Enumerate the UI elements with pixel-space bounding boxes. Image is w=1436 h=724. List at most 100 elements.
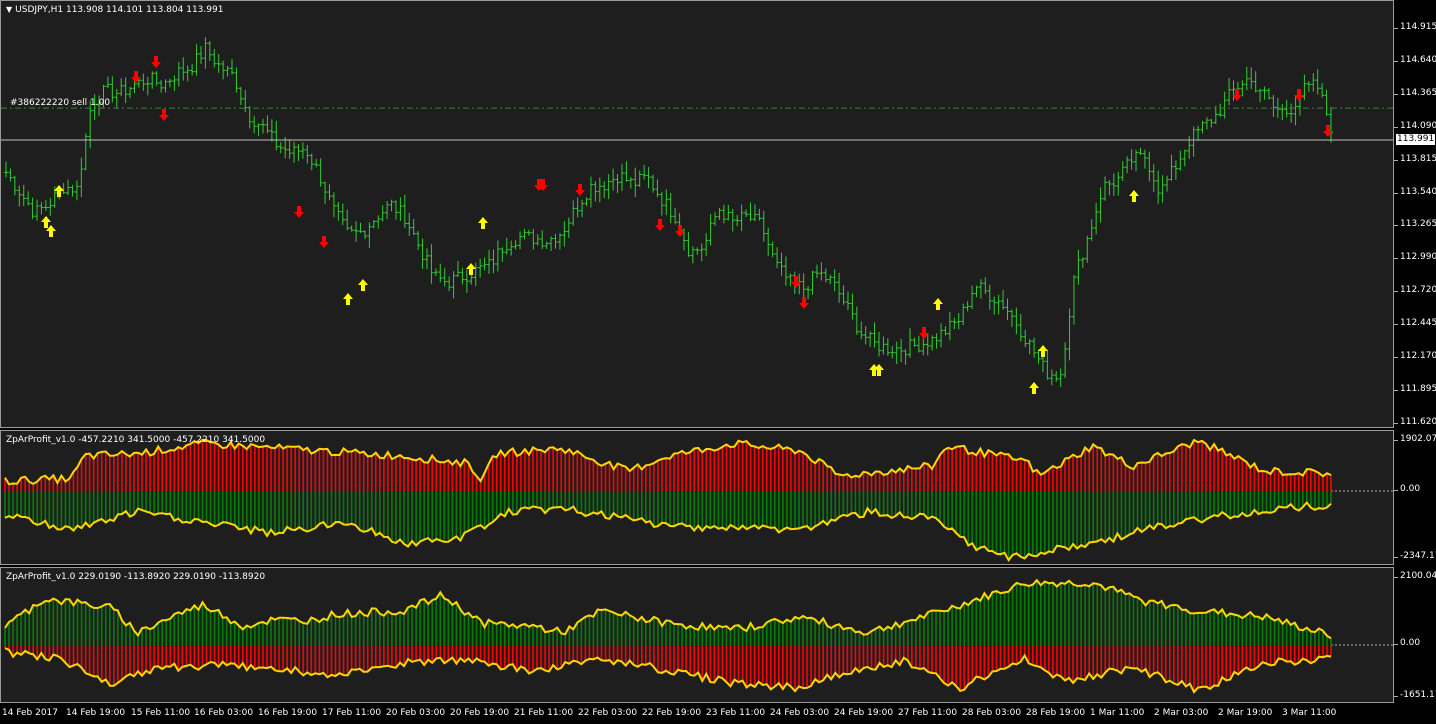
- down-arrow-icon: [294, 206, 304, 218]
- buy-signal-arrow: [54, 185, 64, 197]
- time-axis-label: 2 Mar 03:00: [1154, 708, 1209, 718]
- symbol-info: ▼ USDJPY,H1 113.908 114.101 113.804 113.9…: [6, 5, 223, 15]
- down-arrow-icon: [159, 109, 169, 121]
- time-axis-label: 1 Mar 11:00: [1090, 708, 1145, 718]
- time-axis-label: 20 Feb 19:00: [450, 708, 510, 718]
- sell-signal-arrow: [575, 184, 585, 196]
- sell-signal-arrow: [131, 71, 141, 83]
- price-tick-label: 111.620: [1393, 416, 1436, 427]
- buy-signal-arrow: [1129, 190, 1139, 202]
- time-axis-label: 24 Feb 19:00: [834, 708, 894, 718]
- time-axis-label: 17 Feb 11:00: [322, 708, 382, 718]
- price-tick-label: 114.365: [1393, 87, 1436, 98]
- time-axis-label: 2 Mar 19:00: [1218, 708, 1273, 718]
- lower-envelope-line: [4, 647, 1332, 694]
- time-axis-label: 22 Feb 03:00: [578, 708, 638, 718]
- sell-signal-arrow: [319, 236, 329, 248]
- time-axis-label: 15 Feb 11:00: [131, 708, 191, 718]
- price-tick-label: 113.265: [1393, 219, 1436, 230]
- sell-signal-arrow: [675, 225, 685, 237]
- indicator-1-canvas: [4, 438, 1393, 563]
- up-arrow-icon: [1038, 345, 1048, 357]
- current-price-tag: 113.991: [1396, 134, 1435, 145]
- lower-envelope-line: [4, 501, 1332, 563]
- time-axis[interactable]: 14 Feb 2017 14 Feb 19:00 15 Feb 11:00 16 Fe…: [0, 703, 1394, 724]
- time-axis-label: 23 Feb 11:00: [706, 708, 766, 718]
- down-arrow-icon: [151, 56, 161, 68]
- sell-signal-arrow: [655, 219, 665, 231]
- down-arrow-icon: [799, 297, 809, 309]
- price-tick-label: 112.990: [1393, 252, 1436, 263]
- buy-signal-arrow: [478, 217, 488, 229]
- up-arrow-icon: [1029, 382, 1039, 394]
- time-axis-label: 24 Feb 03:00: [770, 708, 830, 718]
- time-axis-label: 14 Feb 2017: [2, 708, 59, 718]
- price-tick-label: 112.170: [1393, 351, 1436, 361]
- ind2-tick-label: -1651.1740: [1394, 690, 1436, 700]
- price-scale[interactable]: 114.915 114.640 114.365 114.090 113.815 113.5…: [1393, 0, 1436, 428]
- price-tick-label: 114.090: [1393, 120, 1436, 131]
- price-tick-label: 113.540: [1393, 186, 1436, 197]
- indicator-1-info: ZpArProfit_v1.0 -457.2210 341.5000 -457.…: [6, 435, 266, 445]
- time-axis-label: 28 Feb 03:00: [962, 708, 1022, 718]
- up-arrow-icon: [1129, 190, 1139, 202]
- down-arrow-icon: [131, 71, 141, 83]
- down-arrow-icon: [575, 184, 585, 196]
- collapse-triangle-icon[interactable]: ▼: [6, 5, 12, 14]
- time-axis-label: 27 Feb 11:00: [898, 708, 958, 718]
- sell-signal-arrow: [159, 109, 169, 121]
- sell-signal-arrow: [294, 206, 304, 218]
- ind1-tick-label: -2347.1721: [1394, 551, 1436, 561]
- indicator-1-scale: 1902.0772 0.00 -2347.1721: [1393, 430, 1436, 565]
- time-axis-label: 3 Mar 11:00: [1282, 708, 1337, 718]
- price-tick-label: 114.640: [1393, 54, 1436, 65]
- down-arrow-icon: [655, 219, 665, 231]
- order-label: #386222220 sell 1.00: [10, 98, 111, 108]
- price-chart-canvas[interactable]: [1, 1, 1393, 427]
- price-tick-label: 113.815: [1393, 153, 1436, 164]
- price-tick-label: 111.895: [1393, 383, 1436, 394]
- indicator-2-info: ZpArProfit_v1.0 229.0190 -113.8920 229.0…: [6, 572, 266, 582]
- price-tick-label: 112.720: [1393, 285, 1436, 296]
- histogram: [4, 580, 1332, 693]
- up-arrow-icon: [358, 279, 368, 291]
- price-chart-pane[interactable]: ▼ USDJPY,H1 113.908 114.101 113.804 113.9…: [0, 0, 1394, 428]
- buy-signal-arrow: [466, 263, 476, 275]
- down-arrow-icon: [319, 236, 329, 248]
- price-tick-label: 114.915: [1393, 22, 1436, 32]
- ind1-tick-label: 0.00: [1393, 484, 1421, 494]
- time-axis-label: 22 Feb 19:00: [642, 708, 702, 718]
- time-axis-label: 21 Feb 11:00: [514, 708, 574, 718]
- time-axis-label: 16 Feb 03:00: [194, 708, 254, 718]
- buy-signal-arrow: [343, 293, 353, 305]
- time-axis-label: 14 Feb 19:00: [66, 708, 126, 718]
- indicator-2-canvas: [4, 578, 1393, 694]
- symbol-info-text: USDJPY,H1 113.908 114.101 113.804 113.99…: [15, 5, 224, 15]
- sell-signal-arrow: [799, 297, 809, 309]
- up-arrow-icon: [41, 216, 51, 228]
- up-arrow-icon: [343, 293, 353, 305]
- upper-envelope-line: [4, 578, 1332, 640]
- indicator-2-scale: 2100.0440 0.00 -1651.1740: [1393, 567, 1436, 703]
- buy-signal-arrow: [1029, 382, 1039, 394]
- up-arrow-icon: [933, 298, 943, 310]
- indicator-pane-1[interactable]: ZpArProfit_v1.0 -457.2210 341.5000 -457.…: [0, 430, 1394, 565]
- up-arrow-icon: [478, 217, 488, 229]
- ind2-tick-label: 2100.0440: [1394, 571, 1436, 581]
- price-tick-label: 112.445: [1393, 318, 1436, 329]
- upper-envelope-line: [4, 438, 1332, 486]
- price-bars: [4, 37, 1333, 388]
- ind1-tick-label: 1902.0772: [1394, 434, 1436, 444]
- up-arrow-icon: [54, 185, 64, 197]
- time-axis-label: 20 Feb 03:00: [386, 708, 446, 718]
- buy-signal-arrow: [1038, 345, 1048, 357]
- sell-signal-arrow: [151, 56, 161, 68]
- indicator-pane-2[interactable]: ZpArProfit_v1.0 229.0190 -113.8920 229.0…: [0, 567, 1394, 703]
- time-axis-label: 28 Feb 19:00: [1026, 708, 1086, 718]
- ind2-tick-label: 0.00: [1393, 638, 1421, 648]
- buy-signal-arrow: [933, 298, 943, 310]
- buy-signal-arrow: [358, 279, 368, 291]
- down-arrow-icon: [675, 225, 685, 237]
- up-arrow-icon: [466, 263, 476, 275]
- time-axis-label: 16 Feb 19:00: [258, 708, 318, 718]
